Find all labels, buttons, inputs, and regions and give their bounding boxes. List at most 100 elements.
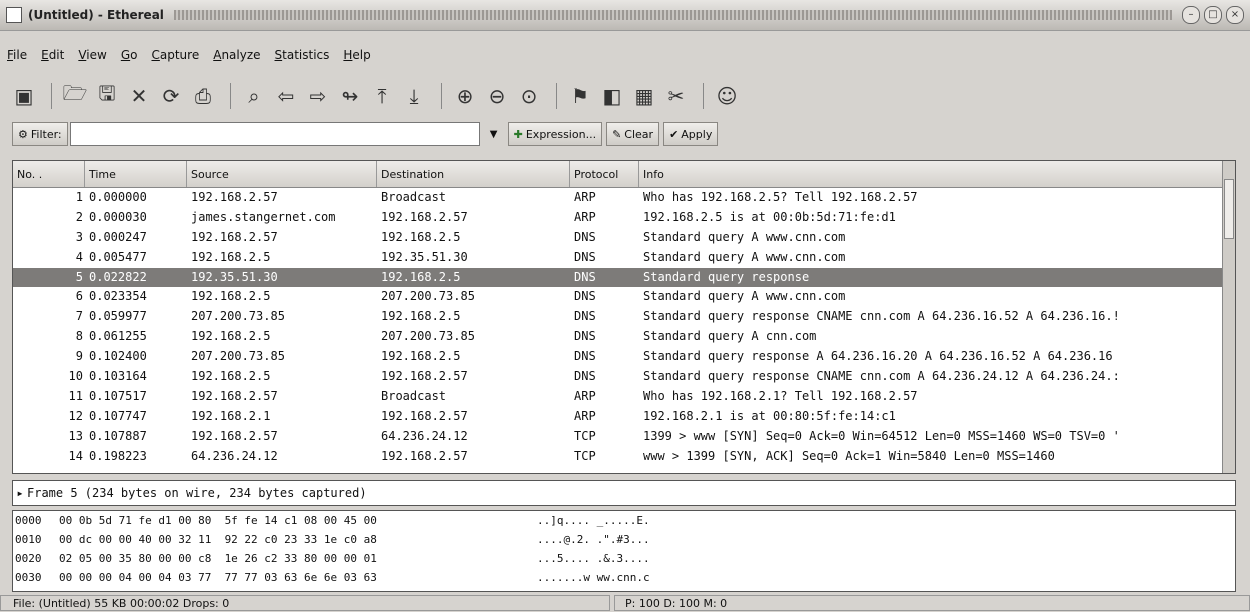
zoom-reset-icon[interactable]: ⊙ [515, 82, 543, 110]
interfaces-icon[interactable]: ▣ [10, 82, 38, 110]
filter-dropdown-button[interactable]: ▼ [484, 122, 504, 146]
maximize-button[interactable]: □ [1204, 6, 1222, 24]
check-icon: ✔ [669, 127, 679, 141]
packet-cell-time: 0.005477 [89, 249, 147, 264]
capture-filter-icon[interactable]: ⚑ [566, 82, 594, 110]
expression-button[interactable]: ✚ Expression... [507, 122, 603, 146]
apply-button[interactable]: ✔ Apply [663, 122, 719, 146]
print-icon[interactable]: ⎙ [189, 82, 217, 110]
filter-input[interactable] [69, 122, 480, 146]
packet-row[interactable]: 6 0.023354 192.168.2.5 207.200.73.85 DNS Stan… [13, 287, 1235, 307]
packet-cell-time: 0.061255 [89, 329, 147, 344]
packet-row[interactable]: 3 0.000247 192.168.2.57 192.168.2.5 DNS Stand… [13, 228, 1235, 248]
packet-row[interactable]: 4 0.005477 192.168.2.5 192.35.51.30 DNS Stand… [13, 248, 1235, 268]
toolbar-separator [230, 83, 231, 109]
packet-cell-dst: 207.200.73.85 [381, 289, 475, 304]
hex-row[interactable]: 0030 00 00 00 04 00 04 03 77 77 77 03 63 … [13, 568, 1235, 587]
menu-statistics[interactable]: Statistics [268, 48, 337, 62]
packet-row[interactable]: 13 0.107887 192.168.2.57 64.236.24.12 TCP 139… [13, 427, 1235, 447]
packet-row[interactable]: 5 0.022822 192.35.51.30 192.168.2.5 DNS Stand… [13, 267, 1235, 288]
menu-edit[interactable]: Edit [34, 48, 71, 62]
packet-cell-time: 0.000247 [89, 229, 147, 244]
hex-off: 0000 [15, 514, 42, 527]
packet-cell-src: 192.168.2.5 [191, 289, 271, 304]
menu-help[interactable]: Help [336, 48, 377, 62]
goto-icon[interactable]: ↬ [336, 82, 364, 110]
hex-row[interactable]: 0010 00 dc 00 00 40 00 32 11 92 22 c0 23 … [13, 530, 1235, 549]
clear-button[interactable]: ✎ Clear [606, 122, 660, 146]
packet-cell-proto: DNS [574, 289, 596, 304]
menu-analyze[interactable]: Analyze [206, 48, 267, 62]
packet-cell-src: 64.236.24.12 [191, 448, 278, 463]
packet-cell-time: 0.000000 [89, 190, 147, 204]
expand-arrow-icon[interactable]: ▸ [13, 486, 27, 500]
minimize-button[interactable]: – [1182, 6, 1200, 24]
packet-row[interactable]: 12 0.107747 192.168.2.1 192.168.2.57 ARP 192.… [13, 407, 1235, 427]
menu-go[interactable]: Go [114, 48, 145, 62]
packet-row[interactable]: 8 0.061255 192.168.2.5 207.200.73.85 DNS Stan… [13, 327, 1235, 347]
last-icon[interactable]: ⤓ [400, 82, 428, 110]
packet-row[interactable]: 14 0.198223 64.236.24.12 192.168.2.57 TCP www… [13, 447, 1235, 467]
menu-mnemonic: C [151, 48, 160, 62]
column-header-protocol[interactable]: Protocol [570, 161, 639, 187]
zoom-out-icon[interactable]: ⊖ [483, 82, 511, 110]
status-file-info: File: (Untitled) 55 KB 00:00:02 Drops: 0 [0, 595, 610, 611]
packet-cell-no: 7 [75, 309, 83, 324]
column-header-no[interactable]: No. . [13, 161, 85, 187]
open-icon[interactable]: 🗁 [61, 81, 89, 110]
packet-cell-src: 192.168.2.5 [191, 369, 271, 384]
packet-list[interactable]: No. . Time Source Destination Protocol I… [12, 160, 1236, 474]
packet-cell-no: 4 [75, 249, 83, 264]
menu-file[interactable]: File [0, 48, 34, 62]
help-icon[interactable]: ☺ [713, 82, 741, 110]
filter-bar: ⚙ Filter: ▼ ✚ Expression... ✎ Clear ✔ Ap… [0, 118, 1250, 150]
first-icon[interactable]: ⤒ [368, 82, 396, 110]
packet-cell-info: 192.168.2.1 is at 00:80:5f:fe:14:c1 [643, 408, 896, 423]
packet-row[interactable]: 1 0.000000 192.168.2.57 Broadcast ARP Who has… [13, 188, 1235, 208]
packet-cell-dst: 192.35.51.30 [381, 249, 468, 264]
packet-cell-dst: Broadcast [381, 388, 447, 403]
packet-details-pane[interactable]: ▸ Frame 5 (234 bytes on wire, 234 bytes … [12, 480, 1236, 506]
packet-cell-src: 192.168.2.57 [191, 388, 278, 403]
preferences-icon[interactable]: ✂ [662, 82, 690, 110]
reload-icon[interactable]: ⟳ [157, 82, 185, 110]
column-header-info[interactable]: Info [639, 161, 1235, 187]
menu-view[interactable]: View [71, 48, 113, 62]
column-header-time[interactable]: Time [85, 161, 187, 187]
packet-row[interactable]: 7 0.059977 207.200.73.85 192.168.2.5 DNS Stan… [13, 307, 1235, 327]
frame-summary[interactable]: Frame 5 (234 bytes on wire, 234 bytes ca… [27, 486, 367, 500]
packet-cell-dst: 192.168.2.5 [381, 269, 461, 284]
find-icon[interactable]: ⌕ [240, 82, 268, 110]
hex-row[interactable]: 0000 00 0b 5d 71 fe d1 00 80 5f fe 14 c1 … [13, 511, 1235, 530]
packet-list-scrollbar[interactable] [1222, 161, 1235, 473]
packet-row[interactable]: 10 0.103164 192.168.2.5 192.168.2.57 DNS Stan… [13, 367, 1235, 387]
status-packet-counts: P: 100 D: 100 M: 0 [614, 595, 1250, 611]
coloring-icon[interactable]: ▦ [630, 82, 658, 110]
packet-bytes-pane[interactable]: 0000 00 0b 5d 71 fe d1 00 80 5f fe 14 c1 … [12, 510, 1236, 592]
menu-capture[interactable]: Capture [144, 48, 206, 62]
display-filter-icon[interactable]: ◧ [598, 82, 626, 110]
filter-button[interactable]: ⚙ Filter: [12, 122, 68, 146]
column-header-source[interactable]: Source [187, 161, 377, 187]
packet-cell-no: 2 [75, 209, 83, 224]
column-header-destination[interactable]: Destination [377, 161, 570, 187]
close-icon[interactable]: ✕ [125, 82, 153, 110]
packet-row[interactable]: 2 0.000030 james.stangernet.com 192.168.2.5… [13, 208, 1235, 228]
forward-icon[interactable]: ⇨ [304, 82, 332, 110]
packet-row[interactable]: 9 0.102400 207.200.73.85 192.168.2.5 DNS Stan… [13, 347, 1235, 367]
title-stripes [173, 10, 1172, 20]
packet-cell-no: 13 [68, 428, 83, 443]
menu-label-rest: dit [48, 48, 65, 62]
packet-cell-no: 5 [75, 269, 83, 284]
title-bar: (Untitled) - Ethereal – □ × [0, 0, 1250, 31]
hex-row[interactable]: 0020 02 05 00 35 80 00 00 c8 1e 26 c2 33 … [13, 549, 1235, 568]
packet-cell-info: Standard query A cnn.com [643, 329, 817, 344]
packet-cell-dst: 192.168.2.57 [381, 369, 468, 384]
packet-cell-src: 192.168.2.1 [191, 408, 271, 423]
packet-row[interactable]: 11 0.107517 192.168.2.57 Broadcast ARP Who ha… [13, 387, 1235, 407]
zoom-in-icon[interactable]: ⊕ [451, 82, 479, 110]
save-icon[interactable]: 🖫 [93, 81, 121, 110]
back-icon[interactable]: ⇦ [272, 82, 300, 110]
close-window-button[interactable]: × [1226, 6, 1244, 24]
scrollbar-thumb[interactable] [1224, 179, 1234, 239]
